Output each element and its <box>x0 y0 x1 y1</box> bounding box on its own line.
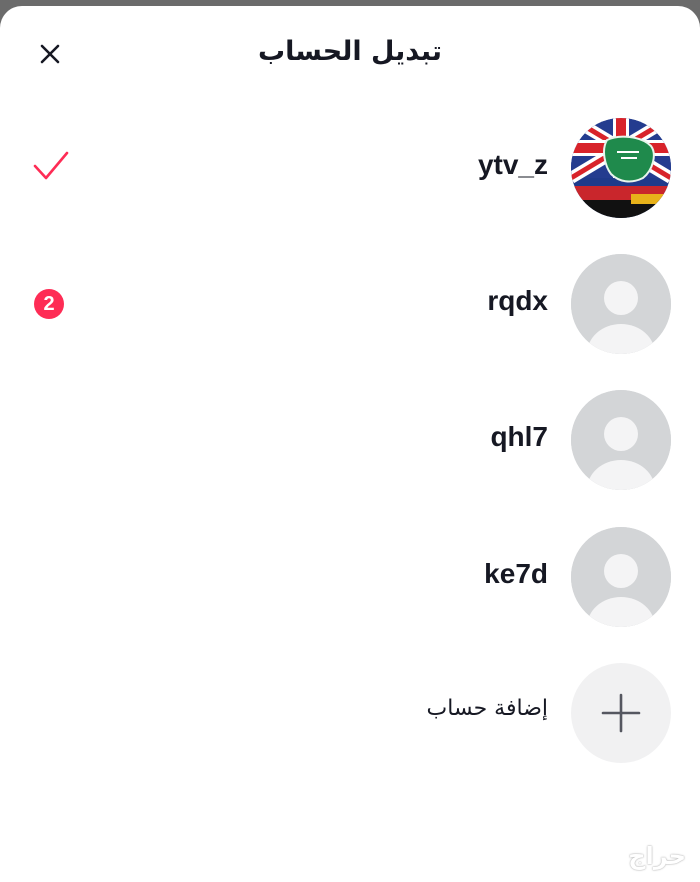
switch-account-sheet: تبديل الحساب ytv_z 2 rqdx qhl7 ke7d إضاف… <box>0 6 700 882</box>
add-account-button[interactable]: إضافة حساب <box>0 658 700 768</box>
avatar <box>571 118 671 218</box>
account-row-ke7d[interactable]: ke7d <box>0 522 700 632</box>
sheet-header: تبديل الحساب <box>0 6 700 102</box>
checkmark-icon <box>33 151 69 180</box>
account-username: qhl7 <box>490 421 548 452</box>
default-avatar-icon <box>571 254 671 354</box>
avatar <box>571 527 671 627</box>
avatar <box>571 390 671 490</box>
page-title: تبديل الحساب <box>258 36 442 67</box>
account-username: ytv_z <box>477 149 548 180</box>
watermark: حراج <box>628 842 686 870</box>
account-row-rqdx[interactable]: 2 rqdx <box>0 249 700 359</box>
add-account-label: إضافة حساب <box>426 696 548 721</box>
account-row-qhl7[interactable]: qhl7 <box>0 385 700 495</box>
account-username: rqdx <box>487 285 548 316</box>
avatar <box>571 254 671 354</box>
notification-badge: 2 <box>34 289 64 319</box>
default-avatar-icon <box>571 390 671 490</box>
default-avatar-icon <box>571 527 671 627</box>
flags-avatar-image <box>571 118 671 218</box>
account-row-ytv_z[interactable]: ytv_z <box>0 113 700 223</box>
plus-icon <box>601 693 641 733</box>
account-username: ke7d <box>484 558 548 589</box>
add-account-circle <box>571 663 671 763</box>
